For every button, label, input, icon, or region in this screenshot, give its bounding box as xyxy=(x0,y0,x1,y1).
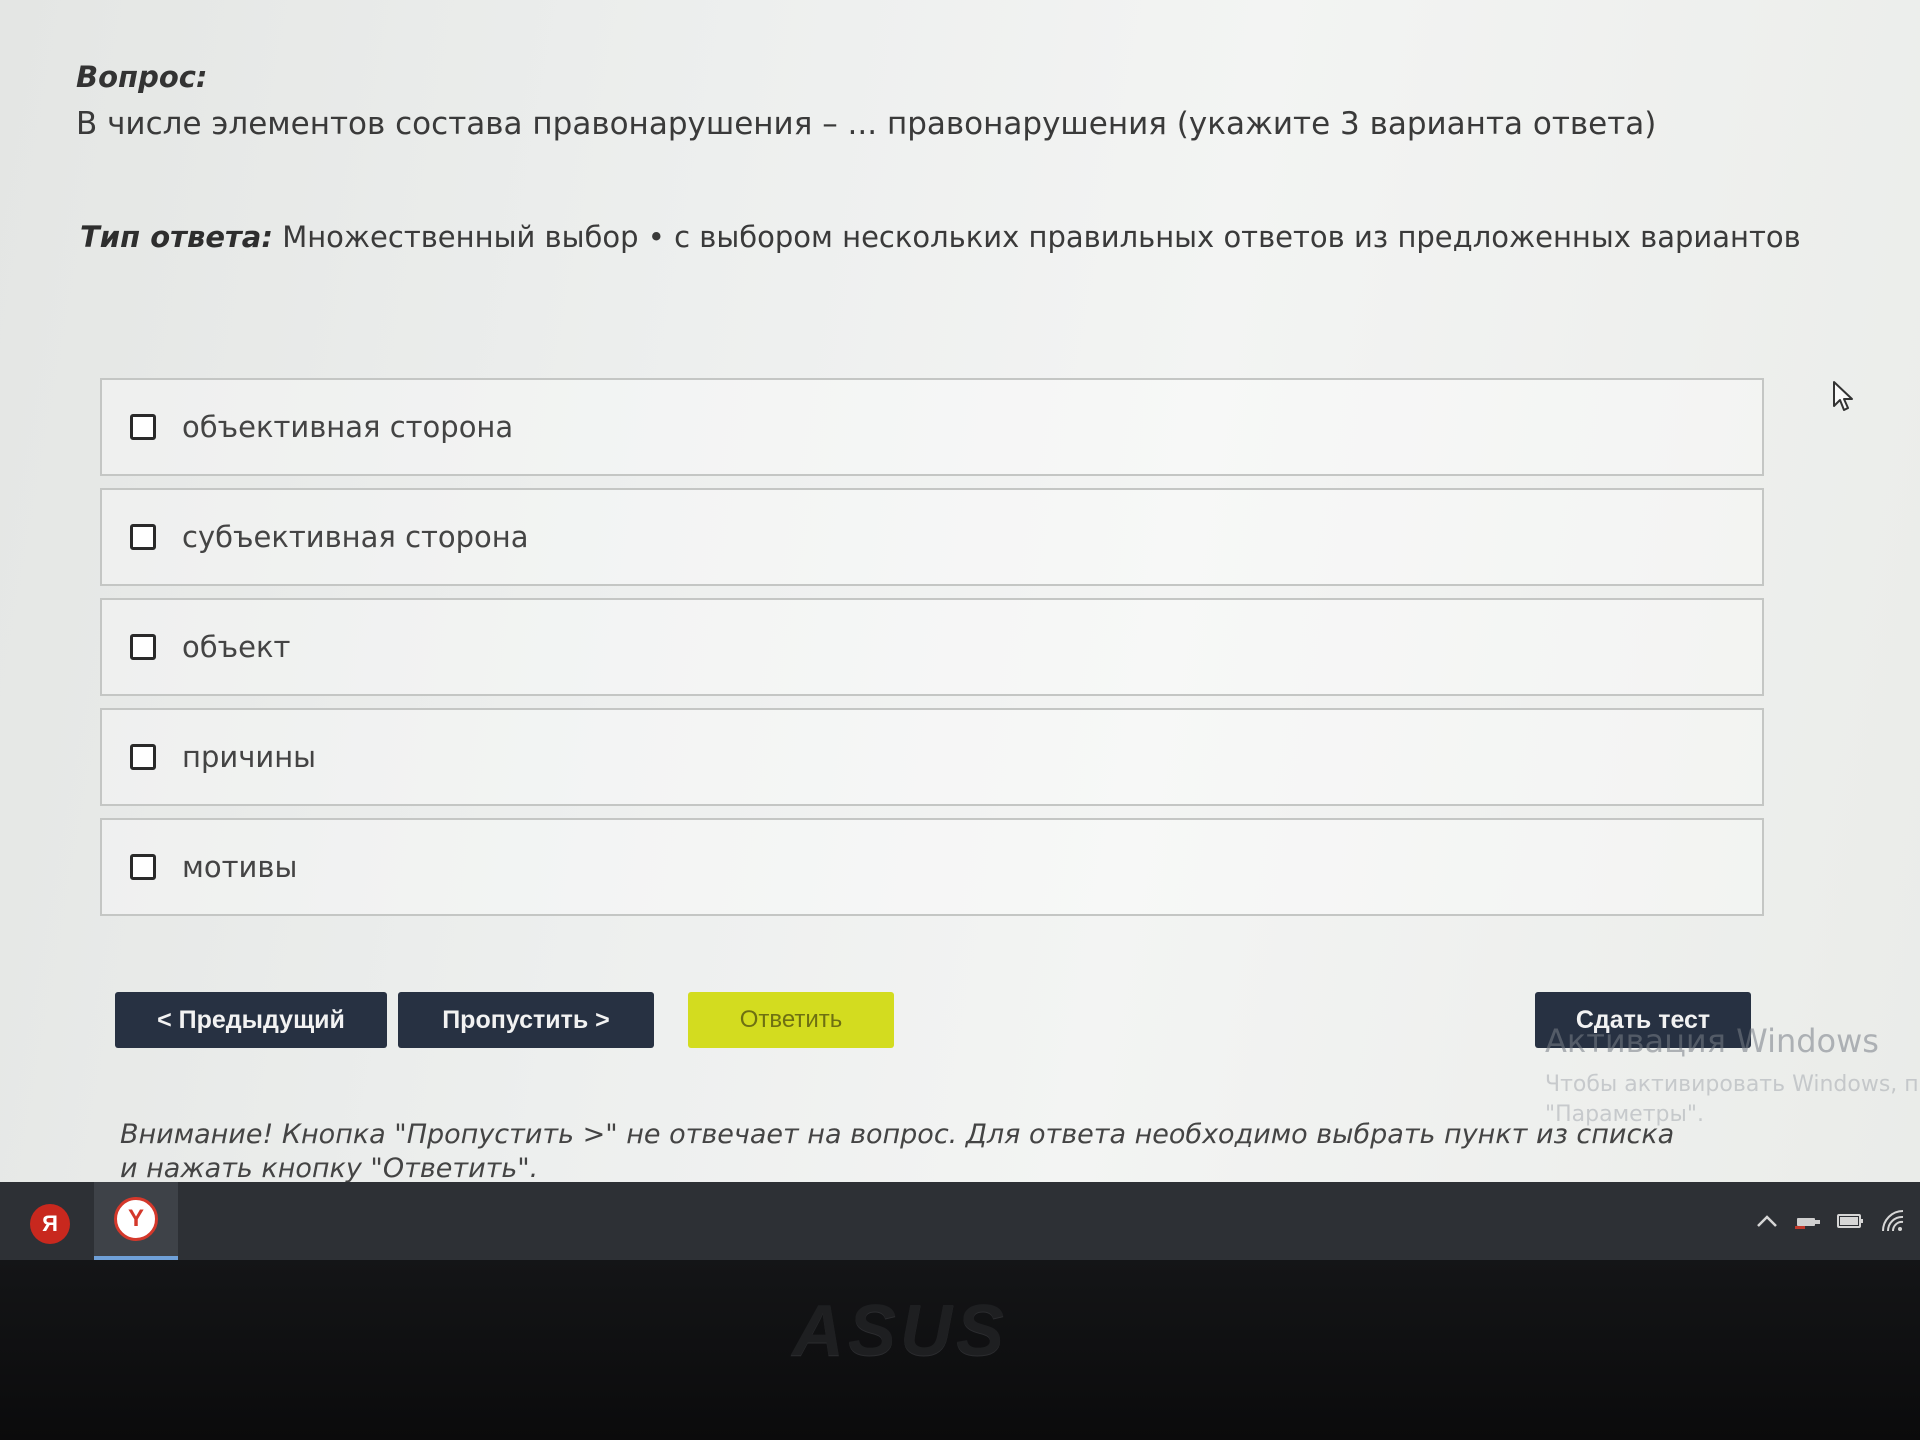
option-item[interactable]: объект xyxy=(100,598,1764,696)
asus-logo: ASUS xyxy=(791,1291,1009,1371)
answer-type-value: Множественный выбор • с выбором нескольк… xyxy=(282,220,1801,254)
option-item[interactable]: объективная сторона xyxy=(100,378,1764,476)
previous-button[interactable]: < Предыдущий xyxy=(115,992,387,1048)
skip-button[interactable]: Пропустить > xyxy=(398,992,654,1048)
option-checkbox[interactable] xyxy=(130,634,156,660)
taskbar-browser-button[interactable]: Y xyxy=(94,1182,178,1260)
question-label: Вопрос: xyxy=(76,60,208,94)
option-item[interactable]: субъективная сторона xyxy=(100,488,1764,586)
option-checkbox[interactable] xyxy=(130,524,156,550)
option-checkbox[interactable] xyxy=(130,414,156,440)
usb-icon[interactable] xyxy=(1792,1204,1824,1238)
yandex-browser-icon: Y xyxy=(114,1197,158,1241)
question-text: В числе элементов состава правонарушения… xyxy=(76,106,1657,142)
windows-activation-title: Активация Windows xyxy=(1545,1022,1879,1060)
option-label: субъективная сторона xyxy=(182,520,529,554)
option-checkbox[interactable] xyxy=(130,854,156,880)
battery-icon[interactable] xyxy=(1834,1204,1868,1238)
option-item[interactable]: мотивы xyxy=(100,818,1764,916)
warning-text: Внимание! Кнопка "Пропустить >" не отвеч… xyxy=(120,1119,1675,1182)
option-label: причины xyxy=(182,740,317,774)
answer-button[interactable]: Ответить xyxy=(688,992,894,1048)
option-item[interactable]: причины xyxy=(100,708,1764,806)
yandex-icon[interactable]: Я xyxy=(30,1204,70,1244)
screen: Вопрос: В числе элементов состава правон… xyxy=(0,0,1920,1182)
option-label: объект xyxy=(182,630,291,664)
windows-activation-line1: Чтобы активировать Windows, п xyxy=(1545,1072,1919,1097)
answer-type-label: Тип ответа: xyxy=(80,220,273,254)
taskbar: Я Y xyxy=(0,1182,1920,1260)
mouse-cursor-icon xyxy=(1833,381,1853,411)
option-label: мотивы xyxy=(182,850,298,884)
wifi-icon[interactable] xyxy=(1876,1204,1910,1238)
options-list: объективная сторона субъективная сторона… xyxy=(100,378,1764,928)
option-label: объективная сторона xyxy=(182,410,514,444)
answer-type: Тип ответа: Множественный выбор • с выбо… xyxy=(80,220,1801,254)
option-checkbox[interactable] xyxy=(130,744,156,770)
tray-chevron-up-icon[interactable] xyxy=(1752,1204,1782,1238)
